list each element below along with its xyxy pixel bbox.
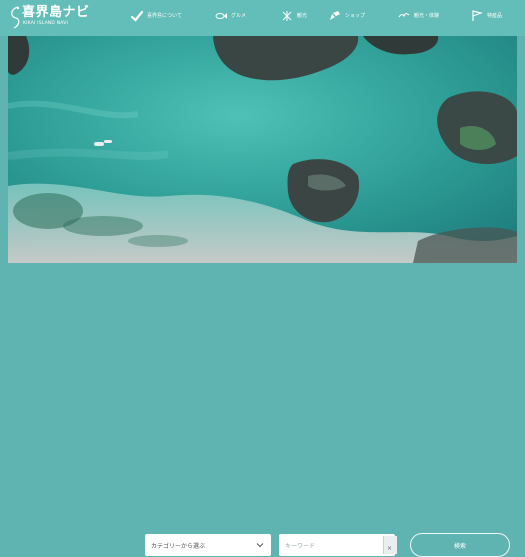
main-nav: 喜界島について グルメ 観光 ショップ 観光・体験 特産品 bbox=[123, 0, 518, 36]
site-logo[interactable]: 喜界島ナビ KIKAI ISLAND NAVI bbox=[8, 5, 106, 31]
search-button[interactable]: 検索 bbox=[410, 533, 510, 557]
top-nav: 喜界島ナビ KIKAI ISLAND NAVI 喜界島について グルメ 観光 シ… bbox=[0, 0, 525, 36]
nav-label: 観光 bbox=[297, 13, 308, 19]
keyword-placeholder: キーワード bbox=[285, 542, 316, 550]
nav-item-sightseeing[interactable]: 観光 bbox=[281, 10, 307, 22]
search-button-label: 検索 bbox=[453, 542, 466, 550]
hero-image bbox=[8, 36, 517, 263]
page: 喜界島ナビ KIKAI ISLAND NAVI 喜界島について グルメ 観光 シ… bbox=[0, 0, 525, 557]
nav-item-specialty[interactable]: 特産品 bbox=[471, 10, 502, 22]
category-select[interactable]: カテゴリーから選ぶ bbox=[145, 534, 271, 556]
nav-label: 特産品 bbox=[487, 13, 503, 19]
nav-item-experience[interactable]: 観光・体験 bbox=[398, 10, 439, 22]
butterfly-icon bbox=[282, 11, 292, 21]
bird-icon bbox=[398, 13, 410, 18]
logo-title: 喜界島ナビ bbox=[22, 5, 90, 20]
search-bar: カテゴリーから選ぶ キーワード × 検索 bbox=[0, 263, 525, 557]
chevron-down-icon bbox=[256, 543, 264, 548]
category-select-value: カテゴリーから選ぶ bbox=[151, 542, 206, 550]
fish-icon bbox=[215, 13, 227, 19]
nav-item-about[interactable]: 喜界島について bbox=[131, 10, 182, 22]
flag-icon bbox=[472, 10, 483, 21]
pencil-icon bbox=[330, 11, 340, 20]
clear-icon: × bbox=[387, 545, 393, 552]
logo-swirl-icon bbox=[11, 6, 20, 29]
nav-item-shop[interactable]: ショップ bbox=[329, 10, 365, 22]
keyword-input[interactable]: キーワード bbox=[279, 534, 395, 556]
check-icon bbox=[131, 10, 143, 22]
nav-label: 観光・体験 bbox=[414, 13, 440, 19]
clear-keyword-button[interactable]: × bbox=[383, 536, 397, 554]
nav-item-gourmet[interactable]: グルメ bbox=[215, 10, 246, 22]
logo-subtitle: KIKAI ISLAND NAVI bbox=[23, 21, 69, 26]
aerial-beach-photo bbox=[8, 36, 517, 263]
nav-label: グルメ bbox=[231, 13, 247, 19]
nav-label: 喜界島について bbox=[147, 13, 182, 19]
nav-label: ショップ bbox=[345, 13, 366, 19]
